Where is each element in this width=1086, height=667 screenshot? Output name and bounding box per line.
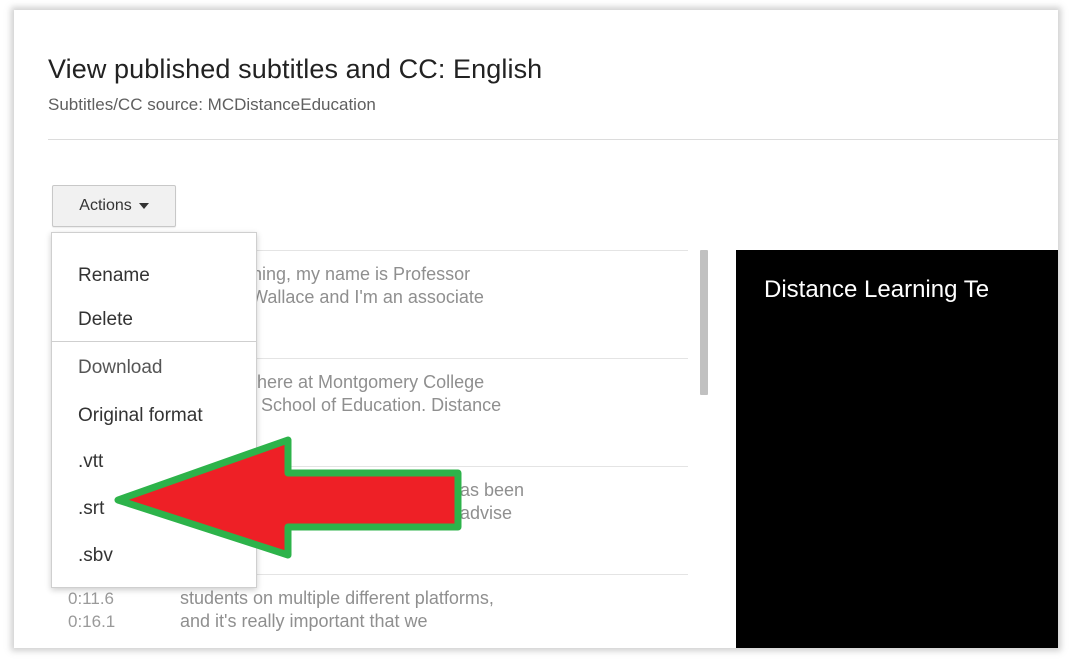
menu-item-rename[interactable]: Rename — [52, 257, 256, 295]
header-divider — [48, 139, 1058, 140]
video-title: Distance Learning Te — [764, 276, 990, 303]
actions-label: Actions — [79, 197, 132, 214]
menu-item-delete[interactable]: Delete — [52, 301, 256, 339]
caption-text: as been advise — [460, 480, 525, 523]
page-title: View published subtitles and CC: English — [48, 54, 543, 84]
video-player[interactable]: Distance Learning Te — [736, 250, 1058, 648]
caption-text: or here at Montgomery College ne School … — [236, 372, 502, 415]
caption-end: 0:16.1 — [68, 612, 116, 631]
menu-separator — [52, 341, 256, 342]
caret-down-icon — [138, 203, 149, 209]
caption-text: orning, my name is Professor n Wallace a… — [236, 264, 484, 307]
menu-item-sbv[interactable]: .sbv — [52, 537, 256, 575]
actions-dropdown-button[interactable]: Actions — [52, 185, 176, 227]
actions-menu: Rename Delete Download Original format .… — [51, 232, 257, 588]
caption-times: 0:11.6 0:16.1 — [68, 587, 115, 633]
caption-list-scrollbar[interactable] — [700, 250, 708, 395]
caption-start: 0:11.6 — [68, 589, 115, 608]
menu-item-srt[interactable]: .srt — [52, 490, 256, 528]
menu-item-original-format[interactable]: Original format — [52, 397, 256, 435]
subtitles-source: Subtitles/CC source: MCDistanceEducation — [48, 95, 376, 114]
caption-text: students on multiple different platforms… — [180, 588, 494, 631]
menu-header-download: Download — [78, 357, 163, 378]
menu-item-vtt[interactable]: .vtt — [52, 443, 256, 481]
subtitles-panel: View published subtitles and CC: English… — [14, 10, 1058, 648]
